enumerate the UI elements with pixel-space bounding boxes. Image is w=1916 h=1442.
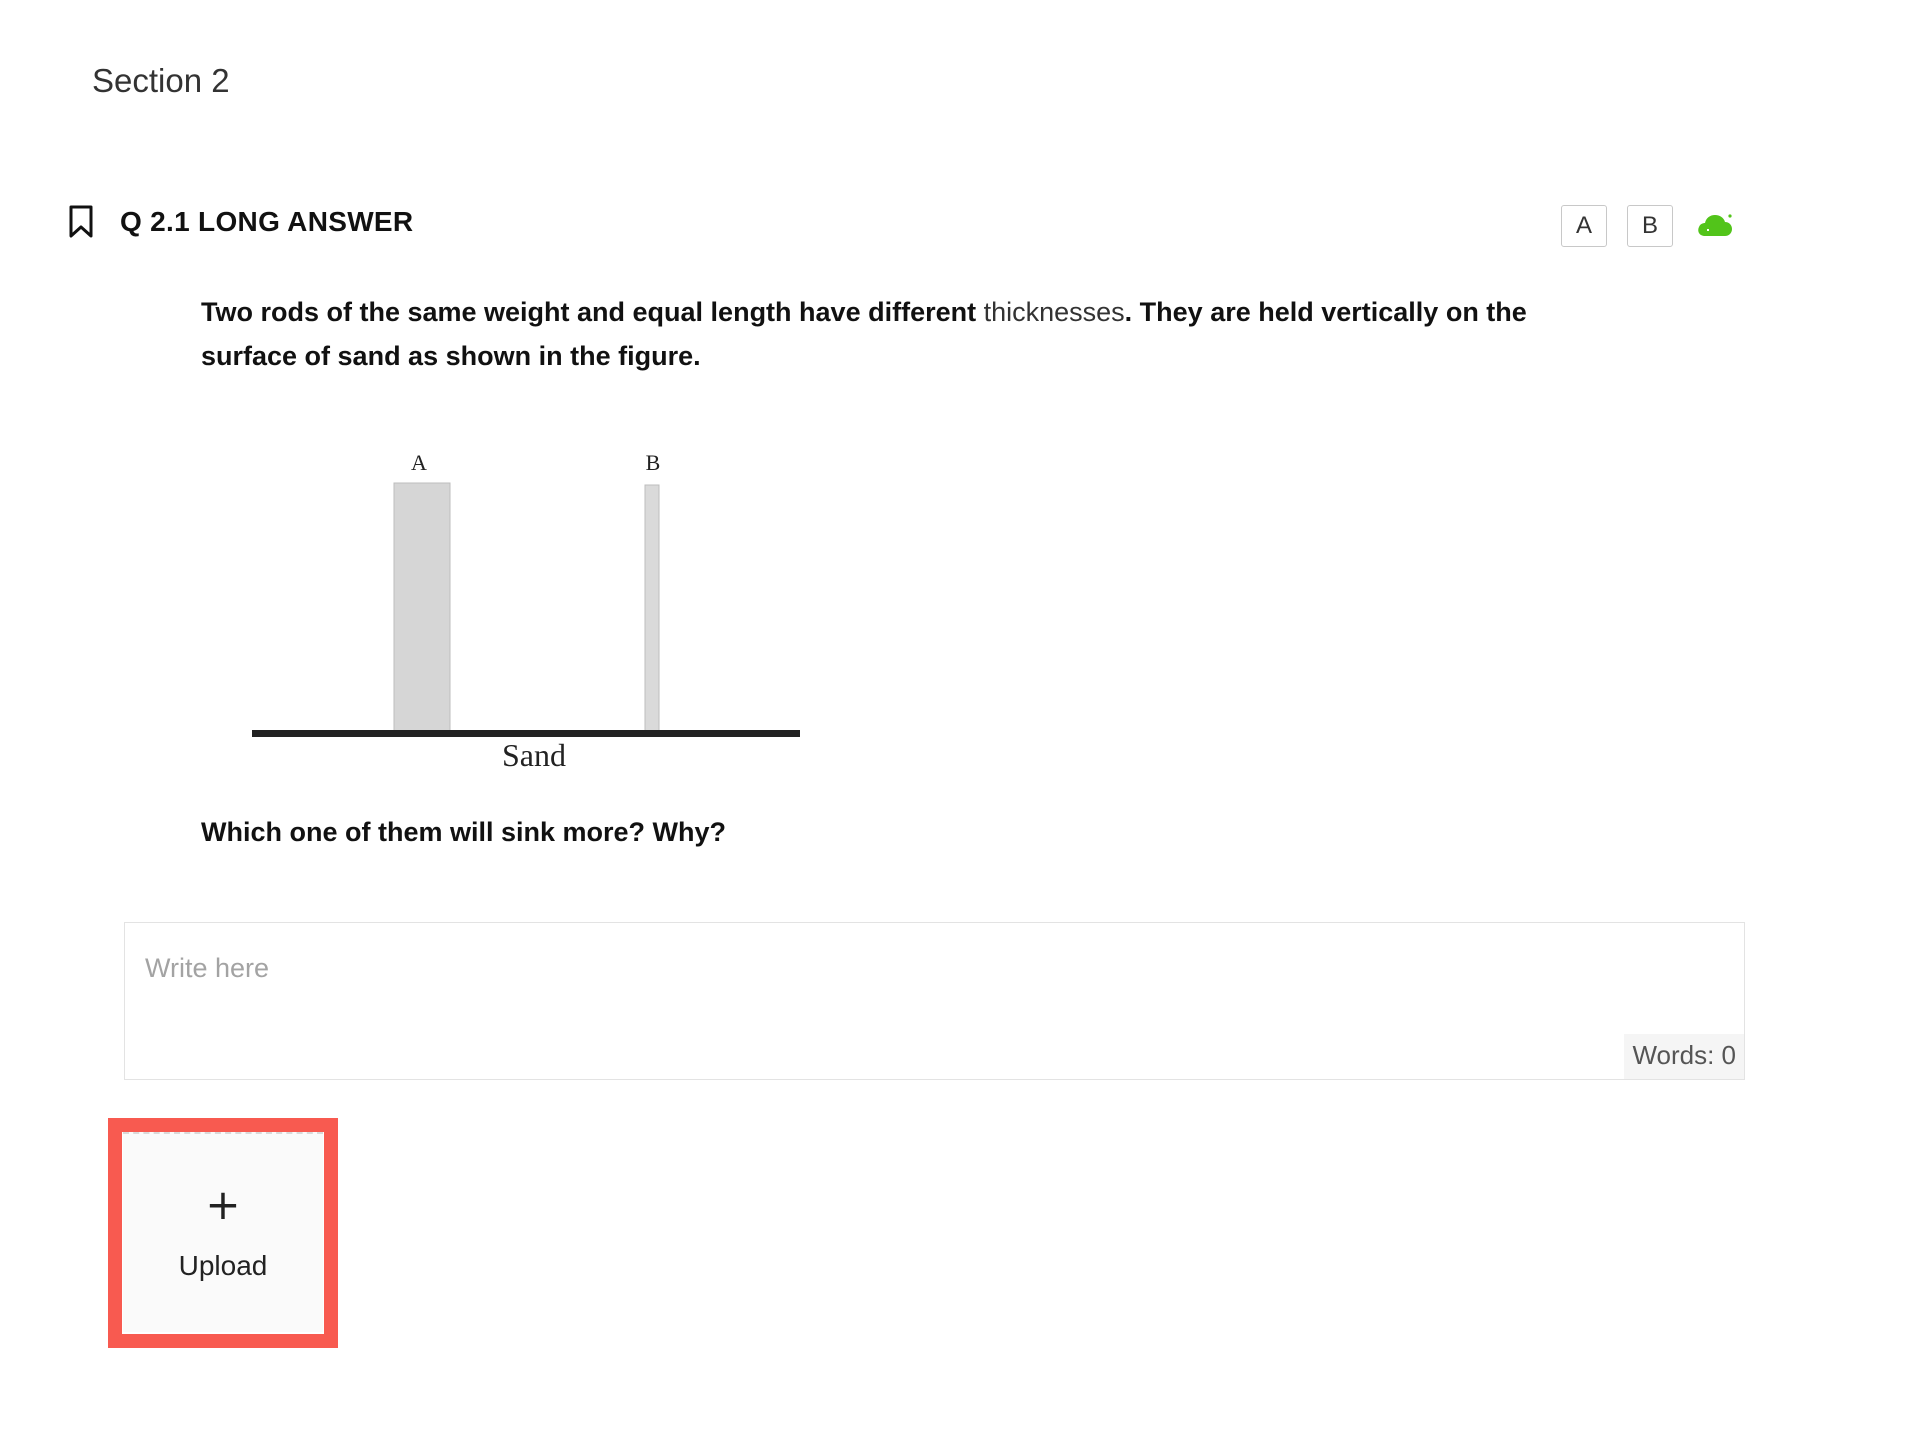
question-text-highlight: thicknesses xyxy=(983,297,1125,327)
font-size-a-button[interactable]: A xyxy=(1561,205,1607,247)
cloud-saved-icon xyxy=(1696,212,1734,238)
rod-b-label: B xyxy=(646,450,661,475)
upload-label: Upload xyxy=(178,1250,268,1281)
plus-icon: + xyxy=(205,1180,241,1229)
question-text: Two rods of the same weight and equal le… xyxy=(201,290,1561,378)
question-header: Q 2.1 LONG ANSWER xyxy=(68,205,413,239)
sand-label: Sand xyxy=(502,737,566,773)
question-title: Q 2.1 LONG ANSWER xyxy=(120,206,414,237)
font-size-b-button[interactable]: B xyxy=(1627,205,1673,247)
rods-on-sand-figure: A B Sand xyxy=(248,440,808,780)
follow-up-question: Which one of them will sink more? Why? xyxy=(201,817,727,847)
rod-b xyxy=(644,484,660,732)
bookmark-icon[interactable] xyxy=(68,205,94,239)
rod-a xyxy=(393,482,451,732)
section-title: Section 2 xyxy=(92,62,230,99)
word-count: Words: 0 xyxy=(1624,1034,1744,1079)
upload-button[interactable]: + Upload xyxy=(123,1132,323,1332)
sand-surface-line xyxy=(252,730,800,737)
rod-a-label: A xyxy=(411,450,427,475)
answer-box: Words: 0 xyxy=(124,922,1745,1080)
answer-input[interactable] xyxy=(145,953,1705,984)
question-text-part1: Two rods of the same weight and equal le… xyxy=(201,297,984,327)
